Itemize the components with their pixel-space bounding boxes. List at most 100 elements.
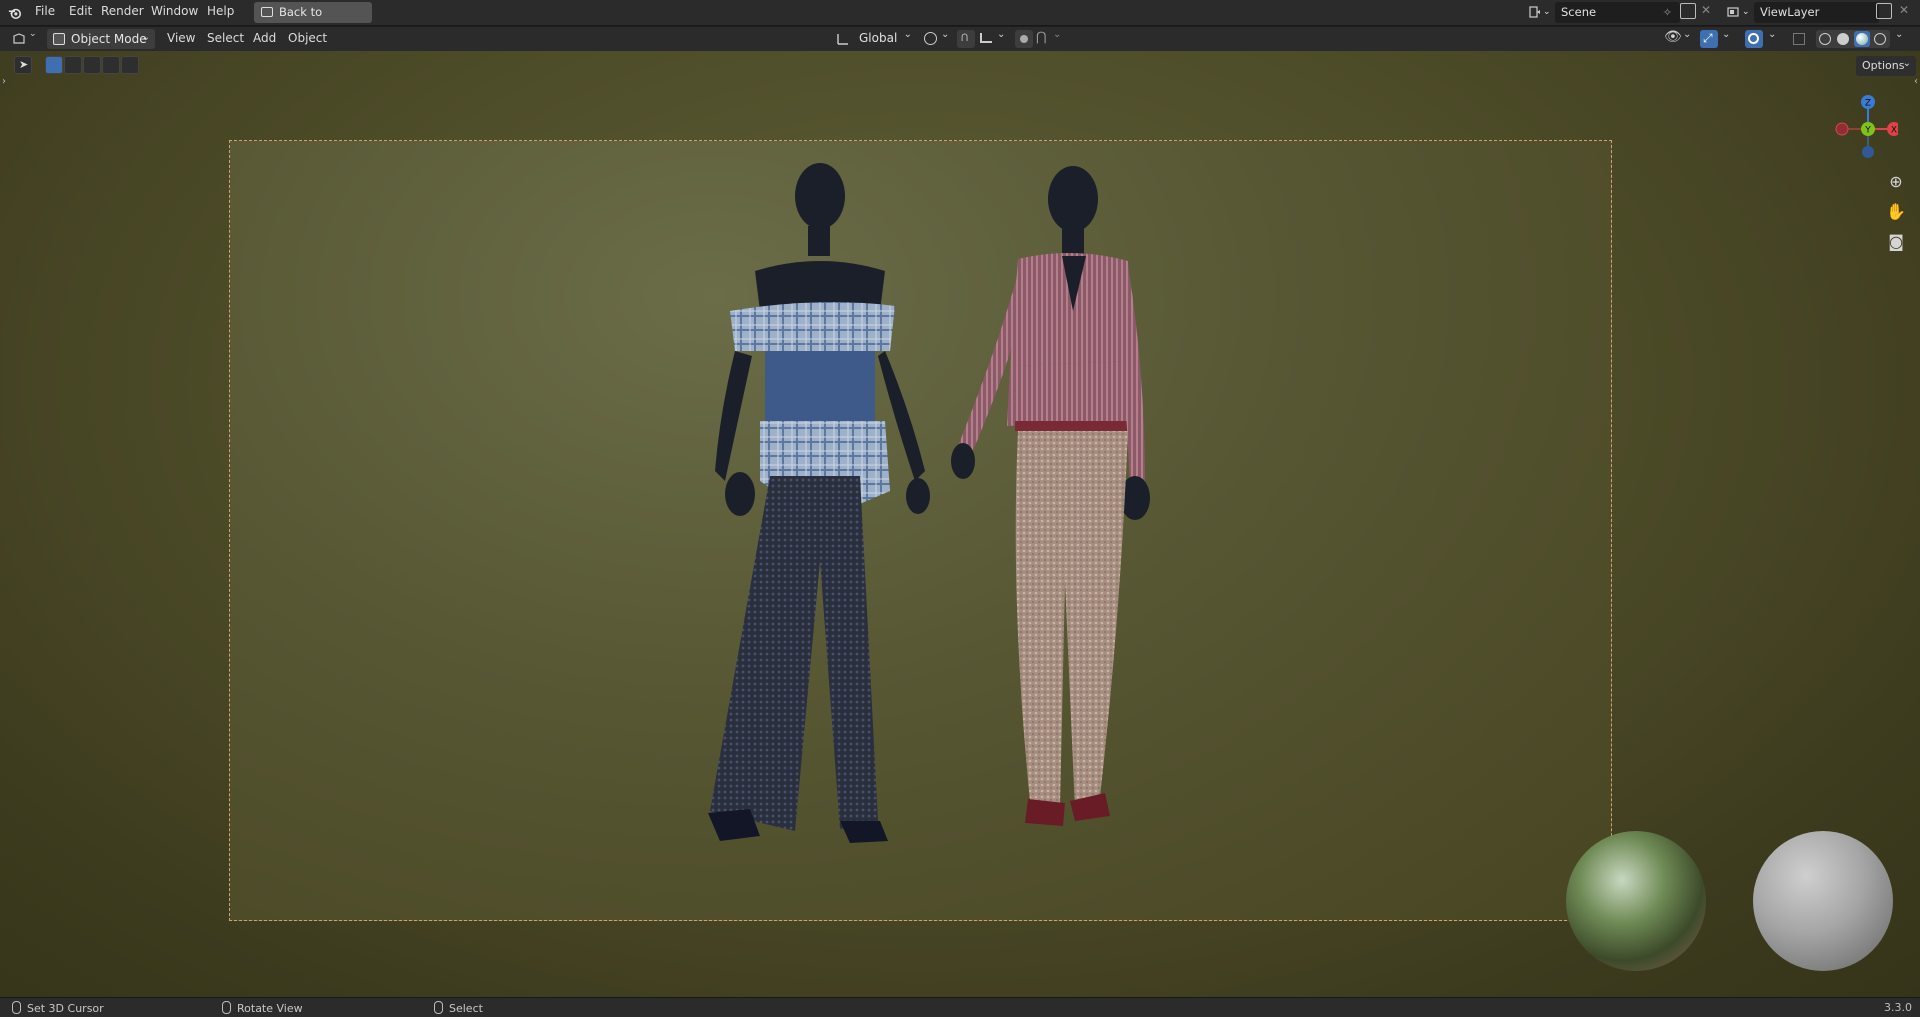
- tool-header: ➤ Options ⌄: [0, 51, 1920, 79]
- object-mode-dropdown[interactable]: Object Mode ⌄: [47, 29, 155, 49]
- select-box-mode-intersect[interactable]: [121, 56, 139, 74]
- chevron-down-icon[interactable]: ⌄: [1768, 29, 1776, 40]
- solid-shading-icon[interactable]: [1837, 33, 1849, 45]
- chevron-down-icon: ⌄: [1683, 29, 1692, 40]
- mouse-middle-icon: [222, 1001, 231, 1014]
- pivot-icon: [924, 32, 937, 45]
- menu-select[interactable]: Select: [207, 31, 244, 45]
- magnet-icon: ∩: [960, 30, 970, 45]
- chevron-down-icon: ⌄: [997, 29, 1006, 40]
- snap-target-dropdown[interactable]: ⌄: [978, 29, 1008, 47]
- object-mode-label: Object Mode: [71, 32, 147, 46]
- back-to-previous-button[interactable]: Back to Previous: [254, 2, 372, 40]
- mouse-left-icon: [12, 1001, 21, 1014]
- chevron-down-icon: ⌄: [1902, 58, 1911, 69]
- shading-mode-group: [1816, 30, 1890, 48]
- mannequin-right: [951, 166, 1150, 826]
- rendered-shading-icon[interactable]: [1874, 33, 1886, 45]
- select-box-mode-extend[interactable]: [64, 56, 82, 74]
- gizmo-icon: ⤢: [1703, 31, 1713, 45]
- scene-render: [708, 163, 1150, 843]
- proportional-editing-toggle[interactable]: [1015, 30, 1033, 48]
- orientation-label: Global: [859, 31, 898, 45]
- version-label: 3.3.0: [1884, 1001, 1912, 1014]
- gizmo-x-label: X: [1891, 126, 1897, 136]
- camera-view-icon[interactable]: ◙: [1885, 231, 1907, 253]
- xray-toggle-icon[interactable]: [1793, 33, 1805, 45]
- gizmo-neg-x-axis[interactable]: [1835, 122, 1849, 136]
- diffuse-preview-sphere: [1753, 831, 1893, 971]
- blender-logo-icon[interactable]: [8, 6, 22, 20]
- object-mode-icon: [53, 33, 65, 45]
- select-box-mode-invert[interactable]: [102, 56, 120, 74]
- new-viewlayer-icon[interactable]: [1876, 3, 1892, 19]
- select-box-mode-new[interactable]: [45, 56, 63, 74]
- increment-icon: [980, 33, 992, 43]
- status-left-click: Set 3D Cursor: [12, 1001, 104, 1015]
- scene-icon: [1529, 6, 1540, 18]
- editor-type-button[interactable]: ⌄: [12, 29, 40, 48]
- material-preview-shading-button[interactable]: [1854, 31, 1870, 47]
- toolbar-expand-icon[interactable]: ›: [2, 76, 6, 87]
- options-dropdown[interactable]: Options ⌄: [1856, 56, 1916, 76]
- gizmo-y-label: Y: [1864, 126, 1871, 136]
- wireframe-shading-icon[interactable]: [1819, 33, 1831, 45]
- falloff-curve-icon: ⋂: [1036, 30, 1047, 45]
- status-bar: Set 3D Cursor Rotate View Select 3.3.0: [0, 997, 1920, 1017]
- chevron-down-icon: ⌄: [141, 32, 150, 43]
- navigation-gizmo[interactable]: Z X Y: [1828, 89, 1898, 159]
- snap-toggle[interactable]: ∩: [957, 30, 975, 48]
- menu-add[interactable]: Add: [253, 31, 276, 45]
- gizmo-neg-z-axis[interactable]: [1862, 146, 1874, 158]
- viewport-header: ⌄ Object Mode ⌄ View Select Add Object G…: [0, 27, 1920, 51]
- cursor-icon: ➤: [19, 58, 29, 71]
- chevron-down-icon: ⌄: [29, 29, 37, 39]
- new-scene-icon[interactable]: [1680, 3, 1696, 19]
- overlays-toggle[interactable]: [1745, 30, 1763, 48]
- menu-window[interactable]: Window: [151, 4, 198, 18]
- status-middle-click-label: Rotate View: [237, 1002, 303, 1015]
- menu-render[interactable]: Render: [101, 4, 144, 18]
- chevron-down-icon: ⌄: [1543, 7, 1551, 17]
- menu-object[interactable]: Object: [288, 31, 327, 45]
- overlays-icon: [1748, 33, 1759, 44]
- chevron-down-icon: ⌄: [1742, 7, 1750, 17]
- dot-icon: [1020, 35, 1028, 43]
- falloff-dropdown[interactable]: ⋂ ⌄: [1036, 29, 1062, 47]
- pivot-point-dropdown[interactable]: ⌄: [922, 29, 952, 47]
- transform-orientation-dropdown[interactable]: Global ⌄: [836, 29, 914, 49]
- scene-name: Scene: [1561, 5, 1597, 19]
- chevron-down-icon[interactable]: ⌄: [1895, 29, 1903, 40]
- pin-icon[interactable]: ✧: [1663, 2, 1672, 23]
- viewlayer-name-field[interactable]: ViewLayer: [1754, 2, 1879, 23]
- delete-scene-icon[interactable]: ✕: [1701, 3, 1711, 17]
- select-tool-button[interactable]: ➤: [14, 56, 32, 74]
- zoom-icon[interactable]: ⊕: [1885, 171, 1907, 193]
- gizmo-z-label: Z: [1865, 99, 1871, 109]
- menu-edit[interactable]: Edit: [69, 4, 92, 18]
- screen-icon: [261, 7, 273, 17]
- menu-help[interactable]: Help: [207, 4, 234, 18]
- mouse-right-icon: [434, 1001, 443, 1014]
- chevron-down-icon: ⌄: [1053, 29, 1062, 40]
- sidebar-expand-icon[interactable]: ‹: [1914, 76, 1918, 87]
- gizmo-toggle[interactable]: ⤢: [1700, 30, 1718, 48]
- visibility-dropdown[interactable]: 👁 ⌄: [1664, 29, 1694, 47]
- viewlayer-name: ViewLayer: [1760, 5, 1820, 19]
- menu-view[interactable]: View: [167, 31, 195, 45]
- 3d-viewport[interactable]: ➤ Options ⌄ › ‹ Z X Y ⊕ ✋ ◙: [0, 51, 1920, 997]
- chevron-down-icon: ⌄: [903, 29, 912, 40]
- scene-browse-button[interactable]: ⌄: [1523, 2, 1553, 23]
- menu-file[interactable]: File: [35, 4, 55, 18]
- chevron-down-icon[interactable]: ⌄: [1722, 29, 1730, 40]
- top-bar: File Edit Render Window Help Back to Pre…: [0, 0, 1920, 40]
- pan-hand-icon[interactable]: ✋: [1885, 201, 1907, 223]
- viewlayer-browse-button[interactable]: ⌄: [1722, 2, 1752, 23]
- delete-viewlayer-icon[interactable]: ✕: [1899, 3, 1909, 17]
- 3d-view-icon: [13, 33, 25, 44]
- select-box-mode-subtract[interactable]: [83, 56, 101, 74]
- options-label: Options: [1862, 59, 1905, 72]
- scene-name-field[interactable]: Scene ✧: [1555, 2, 1680, 23]
- eye-icon: 👁: [1664, 29, 1682, 45]
- orientation-icon: [837, 34, 848, 45]
